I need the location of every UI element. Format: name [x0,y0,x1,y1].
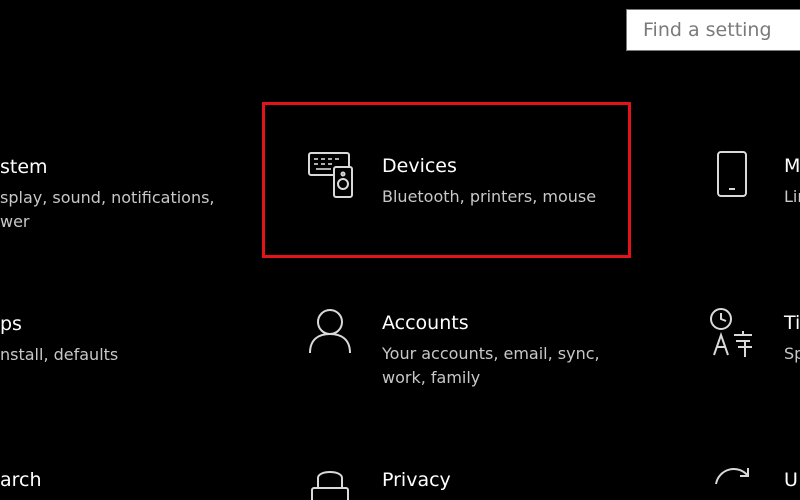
tile-description: nstall, defaults [0,345,119,364]
tile-description: Sp [784,344,800,363]
tile-time-language[interactable]: Ti Sp [708,305,800,435]
tile-description: Bluetooth, printers, mouse [382,187,597,206]
tile-description: Lir [784,187,800,206]
tile-title: U [784,469,798,491]
search-input[interactable] [627,10,800,50]
tile-description: Your accounts, email, sync, work, family [382,344,600,387]
devices-icon [306,148,362,204]
tile-search[interactable]: arch [0,469,240,500]
tile-system[interactable]: stem splay, sound, notifications, wer [0,156,240,286]
tile-title: Privacy [382,469,451,491]
tile-update[interactable]: U [708,462,800,500]
lock-icon [306,462,362,500]
time-language-icon [708,305,764,361]
tile-accounts[interactable]: Accounts Your accounts, email, sync, wor… [306,305,626,435]
tile-title: Devices [382,155,457,177]
tile-title: Ti [784,312,800,334]
tile-devices[interactable]: Devices Bluetooth, printers, mouse [306,148,626,278]
tile-title: arch [0,469,42,491]
tile-privacy[interactable]: Privacy [306,462,626,500]
person-icon [306,305,362,361]
tile-title: M [784,155,800,177]
tile-title: Accounts [382,312,469,334]
tile-apps[interactable]: ps nstall, defaults [0,313,240,443]
tile-title: ps [0,313,22,335]
tile-phone[interactable]: M Lir [712,148,800,278]
search-box[interactable] [626,9,800,51]
refresh-icon [708,462,764,500]
tile-title: stem [0,156,48,178]
tile-description: splay, sound, notifications, wer [0,188,215,231]
phone-icon [712,148,768,204]
